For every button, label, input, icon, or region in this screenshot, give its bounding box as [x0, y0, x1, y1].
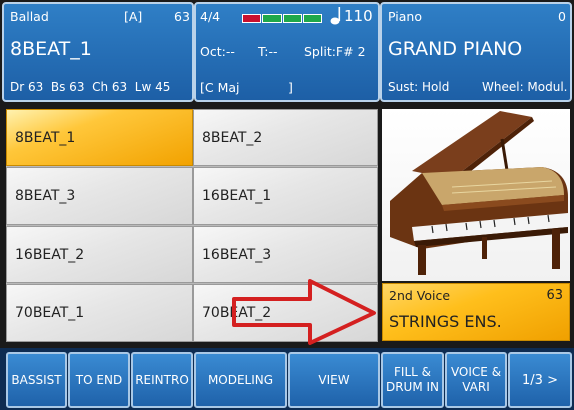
voice-image [382, 109, 570, 281]
channel-volumes: Dr 63 Bs 63 Ch 63 Lw 45 [10, 80, 171, 94]
reintro-button[interactable]: REINTRO [131, 352, 193, 408]
style-tile-16beat-2[interactable]: 16BEAT_2 [6, 226, 193, 283]
style-tile-8beat-1[interactable]: 8BEAT_1 [6, 109, 193, 166]
voice-vari-button[interactable]: VOICE & VARI [445, 352, 507, 408]
arrow-icon [232, 279, 376, 345]
chord-display-end: ] [288, 80, 293, 95]
page-next-button-label: 1/3 > [522, 372, 558, 388]
style-name: 8BEAT_1 [10, 38, 92, 60]
second-voice-name: STRINGS ENS. [389, 312, 502, 331]
quarter-note-icon [330, 6, 344, 30]
center-panel: 4/4 110 Oct:-- T:-- Split:F# 2 [C Maj ] [194, 2, 380, 102]
voice-name: GRAND PIANO [388, 38, 523, 60]
chord-display: [C Maj [200, 80, 240, 95]
bassist-button[interactable]: BASSIST [6, 352, 67, 408]
level-meter [242, 14, 322, 23]
style-panel[interactable]: Ballad [A] 63 8BEAT_1 Dr 63 Bs 63 Ch 63 … [2, 2, 194, 102]
style-tile-8beat-3[interactable]: 8BEAT_3 [6, 167, 193, 225]
second-voice-label: 2nd Voice [389, 288, 451, 303]
fill-drum-in-button[interactable]: FILL & DRUM IN [381, 352, 444, 408]
style-tile-label: 16BEAT_1 [202, 188, 272, 204]
octave-value: Oct:-- [200, 44, 235, 59]
style-tile-label: 8BEAT_2 [202, 129, 263, 146]
reintro-button-label: REINTRO [135, 372, 189, 387]
voice-category: Piano [388, 9, 422, 24]
tempo-value: 110 [344, 7, 373, 25]
second-voice-number: 63 [546, 288, 563, 303]
style-tempo: 63 [174, 9, 190, 24]
page-next-button[interactable]: 1/3 > [508, 352, 572, 408]
style-tile-label: 8BEAT_1 [15, 129, 76, 146]
style-tile-label: 16BEAT_3 [202, 246, 272, 263]
modeling-button[interactable]: MODELING [194, 352, 287, 408]
sustain-setting: Sust: Hold [388, 80, 450, 94]
wheel-setting: Wheel: Modul. [482, 80, 568, 94]
grand-piano-icon [390, 111, 568, 275]
style-tile-label: 8BEAT_3 [15, 188, 76, 204]
bassist-button-label: BASSIST [11, 372, 62, 387]
voice-vari-button-label: VOICE & VARI [450, 365, 502, 394]
style-tile-label: 16BEAT_2 [15, 246, 85, 263]
second-voice-panel[interactable]: 2nd Voice 63 STRINGS ENS. [382, 283, 570, 341]
style-tile-16beat-1[interactable]: 16BEAT_1 [193, 167, 378, 225]
view-button[interactable]: VIEW [288, 352, 380, 408]
transpose-value: T:-- [258, 44, 278, 59]
to-end-button-label: TO END [75, 372, 123, 387]
modeling-button-label: MODELING [207, 372, 274, 387]
view-button-label: VIEW [318, 372, 350, 387]
style-tile-70beat-1[interactable]: 70BEAT_1 [6, 284, 193, 342]
variation-indicator: [A] [124, 9, 143, 24]
time-signature: 4/4 [200, 9, 221, 24]
style-category: Ballad [10, 9, 49, 24]
style-tile-8beat-2[interactable]: 8BEAT_2 [193, 109, 378, 166]
voice-number: 0 [558, 9, 566, 24]
to-end-button[interactable]: TO END [68, 352, 130, 408]
style-tile-16beat-3[interactable]: 16BEAT_3 [193, 226, 378, 283]
style-tile-label: 70BEAT_1 [15, 305, 85, 321]
split-point: Split:F# 2 [304, 44, 366, 59]
bottom-button-bar: BASSIST TO END REINTRO MODELING VIEW FIL… [0, 348, 574, 410]
fill-drum-in-button-label: FILL & DRUM IN [385, 365, 440, 394]
voice-panel[interactable]: Piano 0 GRAND PIANO Sust: Hold Wheel: Mo… [380, 2, 572, 102]
